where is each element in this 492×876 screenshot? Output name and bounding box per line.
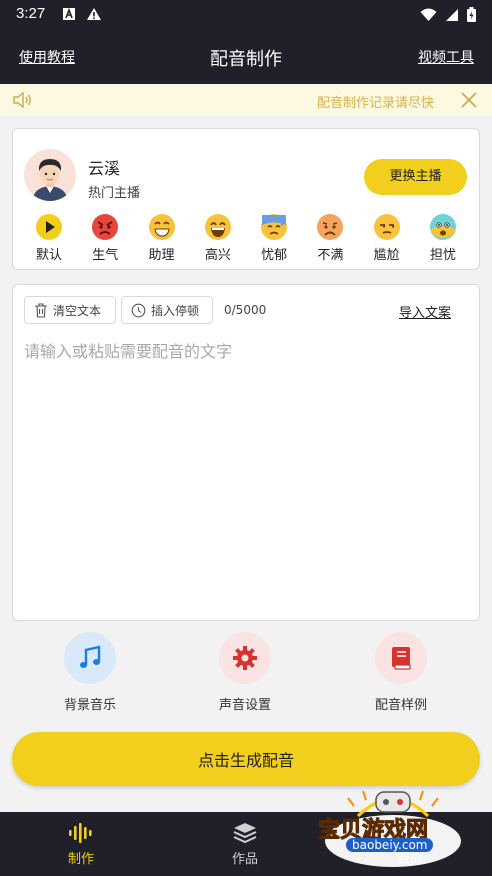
emotion-label: 忧郁 [261, 248, 288, 263]
emotion-label: 生气 [92, 248, 119, 263]
speaker-icon [13, 91, 31, 109]
nav-label: 作品 [231, 852, 258, 867]
emotion-awkward[interactable]: 尴尬 [359, 213, 415, 263]
laugh-face-icon [204, 214, 231, 240]
app-a-icon [63, 7, 75, 20]
watermark-url: baobeiy.com [346, 838, 434, 852]
clear-text-label: 清空文本 [53, 303, 102, 318]
clock-icon [131, 303, 146, 317]
nav-item-works[interactable]: 作品 [205, 822, 285, 867]
worried-face-icon [429, 214, 456, 240]
close-icon[interactable] [460, 91, 478, 109]
emotion-gloomy[interactable]: 忧郁 [246, 213, 302, 263]
anchor-name: 云溪 [88, 159, 121, 178]
video-tools-link[interactable]: 视频工具 [418, 47, 474, 67]
trash-icon [35, 302, 47, 318]
emotion-label: 高兴 [204, 248, 231, 263]
change-anchor-button[interactable]: 更换主播 [364, 159, 467, 195]
background-music-button[interactable]: 背景音乐 [40, 632, 140, 713]
battery-icon [467, 7, 476, 22]
anchor-card: 云溪 热门主播 更换主播 默认 生气 助理 高兴 忧郁 不满 尴尬 担忧 [12, 128, 480, 270]
status-time: 3:27 [16, 5, 46, 22]
signal-icon [446, 8, 458, 21]
text-editor-card: 清空文本 插入停顿 0/5000 导入文案 请输入或粘贴需要配音的文字 [12, 284, 480, 621]
unamused-face-icon [373, 214, 400, 240]
emotion-default[interactable]: 默认 [21, 213, 77, 263]
tool-label: 声音设置 [218, 698, 271, 713]
voice-samples-button[interactable]: 配音样例 [351, 632, 451, 713]
emotion-happy[interactable]: 高兴 [190, 213, 246, 263]
voice-settings-button[interactable]: 声音设置 [195, 632, 295, 713]
tool-label: 配音样例 [374, 698, 427, 713]
wifi-icon [420, 8, 437, 21]
gear-icon [233, 646, 257, 670]
book-icon [392, 647, 411, 670]
tool-label: 背景音乐 [63, 698, 116, 713]
emotion-label: 尴尬 [373, 248, 400, 263]
insert-pause-label: 插入停顿 [151, 303, 200, 318]
play-icon [36, 214, 62, 240]
emotion-label: 担忧 [429, 248, 456, 263]
notice-text: 配音制作记录请尽快 [316, 96, 434, 111]
emotion-dissatisfied[interactable]: 不满 [302, 213, 358, 263]
insert-pause-button[interactable]: 插入停顿 [121, 296, 213, 324]
emotion-angry[interactable]: 生气 [77, 213, 133, 263]
music-note-icon [80, 645, 101, 668]
angry-face-icon [92, 214, 119, 240]
emotion-label: 助理 [148, 248, 175, 263]
char-counter: 0/5000 [224, 303, 267, 317]
nav-label: 制作 [67, 852, 94, 867]
anchor-tag: 热门主播 [88, 186, 141, 201]
tutorial-link[interactable]: 使用教程 [19, 47, 75, 67]
top-bar: 使用教程 配音制作 视频工具 [0, 30, 492, 84]
emotion-label: 不满 [317, 248, 344, 263]
clear-text-button[interactable]: 清空文本 [24, 296, 116, 324]
sad-face-icon [317, 214, 344, 240]
tool-shortcuts: 背景音乐 声音设置 配音样例 [0, 632, 492, 713]
waveform-icon [69, 823, 92, 843]
status-bar: 3:27 [0, 0, 492, 30]
avatar[interactable] [24, 149, 76, 201]
notice-bar: 配音制作记录请尽快 [0, 84, 492, 116]
emotion-assistant[interactable]: 助理 [134, 213, 190, 263]
import-script-link[interactable]: 导入文案 [399, 302, 451, 321]
emotion-worried[interactable]: 担忧 [415, 213, 471, 263]
layers-icon [233, 823, 257, 844]
generate-voice-button[interactable]: 点击生成配音 [12, 732, 480, 786]
nav-item-make[interactable]: 制作 [41, 822, 121, 867]
emotion-label: 默认 [35, 248, 62, 263]
grin-face-icon [148, 214, 175, 240]
emotion-list: 默认 生气 助理 高兴 忧郁 不满 尴尬 担忧 [21, 213, 471, 263]
sweat-face-icon [261, 214, 288, 240]
text-input[interactable]: 请输入或粘贴需要配音的文字 [24, 338, 232, 362]
warning-icon [87, 8, 101, 20]
